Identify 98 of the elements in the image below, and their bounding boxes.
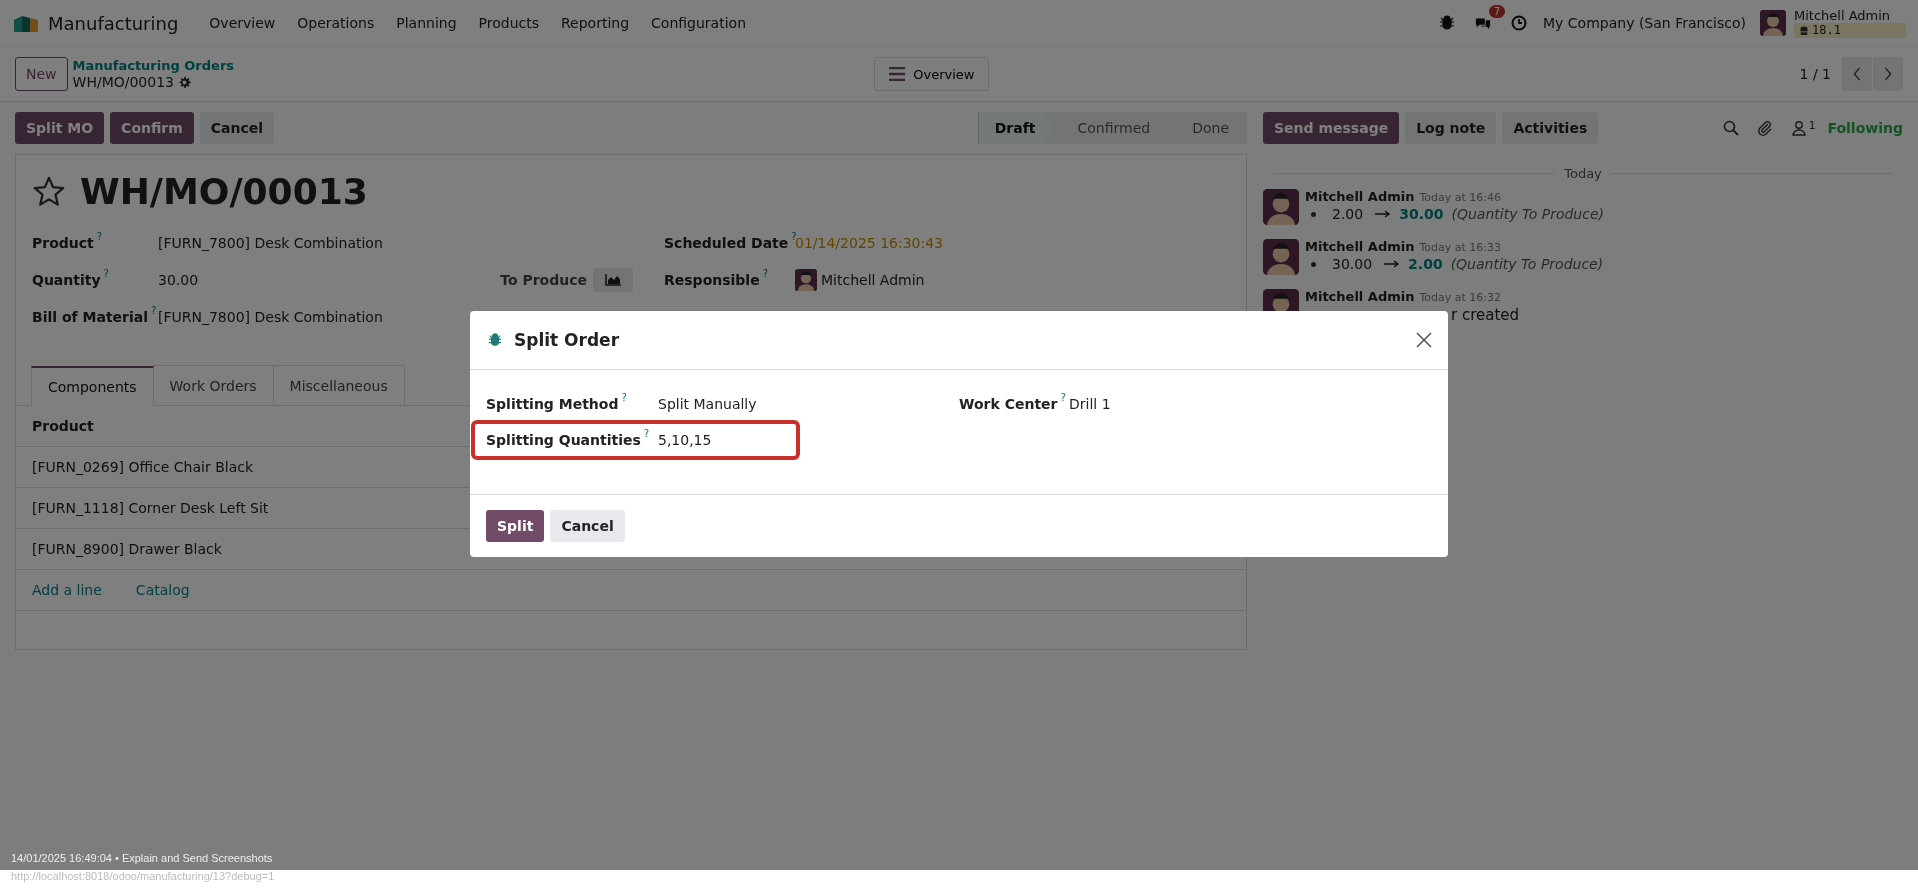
table-link[interactable]: Add a line <box>32 582 102 598</box>
status-stage[interactable]: Done <box>1168 112 1247 144</box>
new-value: 2.00 <box>1408 256 1443 272</box>
menu-item[interactable]: Reporting <box>550 15 641 31</box>
help-tooltip[interactable]: ? <box>103 268 109 279</box>
bug-icon[interactable] <box>1439 15 1456 31</box>
date-separator: Today <box>1564 166 1602 181</box>
dialog-button[interactable]: Split <box>486 510 545 542</box>
dialog-title: Split Order <box>514 330 620 350</box>
field-value[interactable]: [FURN_7800] Desk Combination <box>158 234 408 251</box>
new-value: 30.00 <box>1399 206 1444 222</box>
chatter-button[interactable]: Log note <box>1405 112 1497 144</box>
field-label: Product <box>32 234 94 251</box>
help-tooltip[interactable]: ? <box>762 268 768 279</box>
menu-item[interactable]: Operations <box>286 15 386 31</box>
help-tooltip[interactable]: ? <box>96 231 103 242</box>
arrow-icon <box>1384 260 1401 268</box>
chatter-button[interactable]: Activities <box>1502 112 1599 144</box>
field-value[interactable]: 5,10,15 <box>658 432 712 448</box>
chatter-button[interactable]: Send message <box>1263 112 1400 144</box>
tracked-field: (Quantity To Produce) <box>1450 256 1604 272</box>
status-stage[interactable]: Confirmed <box>1053 112 1169 144</box>
message-body: r created <box>1451 306 1520 324</box>
forecast-button[interactable] <box>593 267 633 292</box>
field-label: Work Center <box>959 396 1058 412</box>
field-label: Responsible <box>664 271 760 288</box>
company-switcher[interactable]: My Company (San Francisco) <box>1543 15 1746 31</box>
menu-item[interactable]: Products <box>467 15 550 31</box>
help-tooltip[interactable]: ? <box>791 231 797 242</box>
action-button[interactable]: Split MO <box>15 112 105 144</box>
overview-button[interactable]: Overview <box>874 57 990 91</box>
action-button[interactable]: Confirm <box>110 112 194 144</box>
arrow-icon <box>1375 210 1392 218</box>
old-value: 2.00 <box>1332 206 1364 222</box>
gear-icon[interactable] <box>178 76 191 89</box>
user-name[interactable]: Mitchell Admin <box>1794 8 1906 23</box>
new-button[interactable]: New <box>15 57 68 91</box>
menu-item[interactable]: Configuration <box>640 15 757 31</box>
bullet-icon <box>1311 211 1316 217</box>
notebook-tab[interactable]: Components <box>31 366 154 406</box>
dialog-button[interactable]: Cancel <box>550 510 625 542</box>
field-label: Splitting Quantities <box>486 432 641 448</box>
message-author[interactable]: Mitchell Admin <box>1305 189 1415 204</box>
table-cell[interactable]: [FURN_1118] Corner Desk Left Sit <box>32 500 269 516</box>
old-value: 30.00 <box>1332 256 1373 272</box>
pager-value[interactable]: 1 / 1 <box>1799 66 1831 82</box>
database-version: 18.1 <box>1812 23 1841 38</box>
database-icon <box>1800 25 1808 36</box>
field-label: To Produce <box>500 271 587 288</box>
field-label: Quantity <box>32 271 101 288</box>
menu-item[interactable]: Overview <box>198 15 287 31</box>
help-tooltip[interactable]: ? <box>1060 393 1066 403</box>
field-label: Bill of Material <box>32 308 149 325</box>
field-value[interactable]: 30.00 <box>158 271 408 288</box>
close-icon[interactable] <box>1416 332 1432 348</box>
search-icon[interactable] <box>1723 120 1740 136</box>
message-author[interactable]: Mitchell Admin <box>1305 289 1415 304</box>
help-tooltip[interactable]: ? <box>643 429 650 439</box>
field-value[interactable]: Mitchell Admin <box>821 271 925 288</box>
bug-icon[interactable] <box>488 333 502 347</box>
record-title: WH/MO/00013 <box>80 171 368 212</box>
record-name: WH/MO/00013 <box>72 74 174 91</box>
field-value[interactable]: [FURN_7800] Desk Combination <box>158 308 408 325</box>
bullet-icon <box>1311 261 1316 267</box>
field-value[interactable]: Drill 1 <box>1069 396 1111 412</box>
person-icon[interactable] <box>1791 120 1808 136</box>
menu-item[interactable]: Planning <box>385 15 468 31</box>
tracked-field: (Quantity To Produce) <box>1451 206 1604 222</box>
chevron-left-icon <box>1852 67 1862 81</box>
table-link[interactable]: Catalog <box>135 582 190 598</box>
help-tooltip[interactable]: ? <box>621 393 627 403</box>
action-button[interactable]: Cancel <box>199 112 275 144</box>
table-cell[interactable]: [FURN_8900] Drawer Black <box>32 541 222 557</box>
help-tooltip[interactable]: ? <box>151 305 157 316</box>
clock-icon[interactable] <box>1511 15 1528 31</box>
area-chart-icon <box>605 273 621 286</box>
star-icon[interactable] <box>32 174 66 209</box>
column-header[interactable]: Product <box>32 418 94 434</box>
notebook-tab[interactable]: Miscellaneous <box>272 365 405 405</box>
table-cell[interactable]: [FURN_0269] Office Chair Black <box>32 459 254 475</box>
notification-badge: 7 <box>1488 5 1506 18</box>
field-label: Splitting Method <box>486 396 619 412</box>
breadcrumb-link[interactable]: Manufacturing Orders <box>72 57 235 74</box>
screenshot-caption: 14/01/2025 16:49:04 • Explain and Send Screenshots <box>11 852 273 864</box>
status-stage[interactable]: Draft <box>978 112 1054 144</box>
message-time: Today at 16:32 <box>1419 291 1501 304</box>
chevron-right-icon <box>1883 67 1893 81</box>
field-value[interactable]: Split Manually <box>658 396 757 412</box>
user-avatar[interactable] <box>1760 10 1786 36</box>
menu-icon <box>889 67 906 81</box>
follower-count: 1 <box>1809 120 1816 131</box>
app-name[interactable]: Manufacturing <box>48 12 179 34</box>
message-time: Today at 16:46 <box>1419 191 1501 204</box>
message-author[interactable]: Mitchell Admin <box>1305 239 1415 254</box>
paperclip-icon[interactable] <box>1757 120 1774 136</box>
field-label: Scheduled Date <box>664 234 789 251</box>
status-url: http://localhost:8018/odoo/manufacturing/13?debug=1 <box>11 870 275 882</box>
message-time: Today at 16:33 <box>1419 241 1501 254</box>
